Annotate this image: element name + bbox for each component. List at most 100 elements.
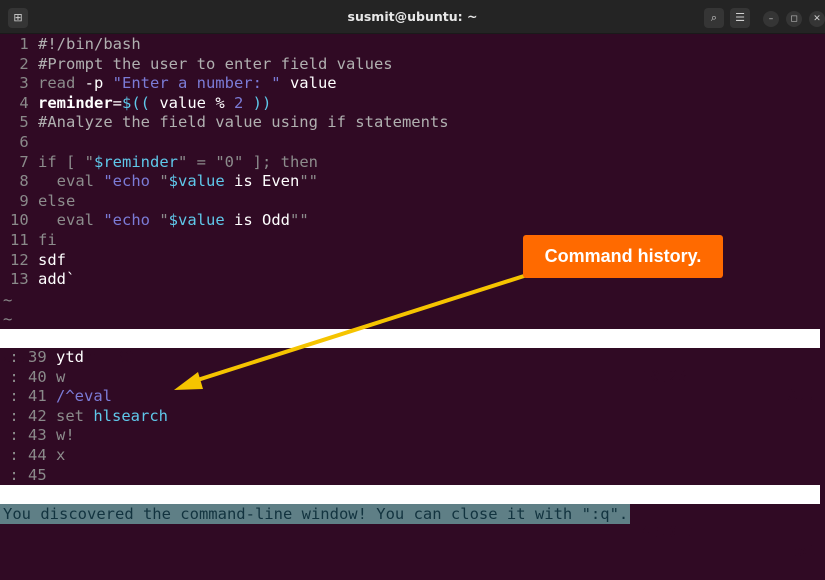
message-line: You discovered the command-line window! … [0, 504, 631, 524]
line-number: 4 [19, 93, 38, 112]
minimize-icon: – [768, 14, 774, 24]
code-line[interactable]: 6 [0, 132, 38, 152]
code-token: eval [38, 172, 104, 191]
status-scroll: All [788, 386, 816, 404]
code-line[interactable]: 8 eval "echo "$value is Even"" [0, 171, 318, 191]
history-entry[interactable]: : 43 w! [0, 425, 75, 445]
history-entry[interactable]: : 45 [0, 465, 56, 485]
line-number: 7 [19, 152, 38, 171]
editor-statusline: analyze.sh [RO] 10,23 All [0, 329, 820, 404]
line-number: 6 [19, 133, 38, 151]
history-entry[interactable]: : 41 /^eval [0, 386, 112, 406]
code-token: sdf [38, 250, 66, 269]
line-number: 11 [10, 231, 38, 249]
empty-line-marker: ~ [3, 310, 13, 328]
code-line[interactable]: 3 read -p "Enter a number: " value [0, 73, 337, 93]
history-prefix: : [0, 426, 28, 445]
close-button[interactable]: ✕ [809, 11, 825, 27]
code-token: #!/bin/bash [38, 35, 141, 53]
terminal-area[interactable]: 1 #!/bin/bash 2 #Prompt the user to enter… [0, 34, 825, 560]
history-entry[interactable]: : 40 w [0, 367, 65, 387]
window-title: susmit@ubuntu: ~ [347, 9, 478, 24]
cmdwin-statusline: [Command Line] 45,0-1 Bot [0, 485, 820, 560]
line-number: 3 [19, 74, 38, 93]
code-token: = [112, 93, 122, 112]
history-number: 43 [28, 426, 56, 445]
history-number: 45 [28, 465, 56, 484]
line-number: 1 [19, 35, 38, 53]
line-number: 5 [19, 113, 38, 132]
history-entry[interactable]: : 42 set hlsearch [0, 406, 168, 426]
code-token: #Prompt the user to enter field values [38, 54, 393, 73]
maximize-button[interactable]: ◻ [786, 11, 802, 27]
code-token: "" [299, 172, 318, 191]
code-line[interactable]: 5 #Analyze the field value using if stat… [0, 112, 449, 132]
code-token: " = "0" ]; then [178, 152, 318, 171]
code-token: 2 [234, 93, 244, 112]
code-token: " [159, 172, 169, 191]
history-number: 41 [28, 387, 56, 406]
code-line[interactable]: 10 eval "echo "$value is Odd"" [0, 210, 309, 230]
line-number: 8 [19, 172, 38, 191]
code-token: $(( [122, 93, 150, 112]
code-token: "" [290, 211, 309, 230]
code-token: is Odd [224, 211, 290, 230]
code-token: w! [56, 426, 75, 445]
status-cursor-position: 10,23 [641, 367, 688, 385]
search-icon: ⌕ [710, 11, 718, 24]
code-token: $value [168, 211, 225, 230]
code-line[interactable]: 1 #!/bin/bash [0, 34, 141, 54]
code-token: fi [38, 231, 57, 249]
code-token: reminder [38, 93, 113, 112]
code-line[interactable]: 4 reminder=$(( value % 2 )) [0, 93, 271, 113]
maximize-icon: ◻ [790, 14, 798, 24]
menu-button[interactable]: ☰ [730, 8, 750, 28]
code-token: "Enter a number: " [112, 74, 281, 93]
history-number: 44 [28, 446, 56, 464]
code-token: ytd [56, 348, 84, 366]
history-number: 40 [28, 367, 56, 386]
code-token: eval [38, 211, 104, 230]
window-titlebar: ⊞ susmit@ubuntu: ~ ⌕ ☰ – ◻ ✕ [0, 0, 825, 34]
code-token: hlsearch [93, 406, 168, 425]
history-prefix: : [0, 465, 28, 484]
code-token: #Analyze the field value using if statem… [38, 113, 449, 132]
code-line[interactable]: 13 add` [0, 269, 75, 289]
code-token: is Even [224, 172, 300, 191]
history-prefix: : [0, 406, 28, 425]
empty-line-marker: ~ [3, 291, 13, 309]
history-number: 42 [28, 406, 56, 425]
history-prefix: : [0, 446, 28, 464]
code-line[interactable]: 2 #Prompt the user to enter field values [0, 54, 393, 74]
history-entry[interactable]: : 39 ytd [0, 347, 84, 367]
search-button[interactable]: ⌕ [704, 8, 724, 28]
line-number: 9 [19, 191, 38, 210]
code-token: value [280, 74, 337, 93]
close-icon: ✕ [813, 14, 821, 24]
code-line[interactable]: 12 sdf [0, 250, 66, 270]
code-token: $reminder [94, 152, 178, 171]
code-token: value % [150, 93, 234, 112]
code-line[interactable]: 7 if [ "$reminder" = "0" ]; then [0, 152, 318, 172]
code-token: add` [38, 270, 76, 289]
code-token: if [ " [38, 152, 94, 171]
line-number: 12 [10, 250, 38, 269]
code-token: x [56, 446, 66, 464]
code-token: /^eval [56, 387, 112, 406]
minimize-button[interactable]: – [763, 11, 779, 27]
code-token: "echo [103, 211, 160, 230]
code-token: "echo [103, 172, 160, 191]
code-token: w [56, 367, 66, 386]
code-token: )) [243, 93, 272, 112]
code-token: -p [75, 74, 113, 93]
line-number: 13 [10, 270, 38, 289]
status-scroll: Bot [788, 542, 816, 560]
hamburger-menu-icon: ☰ [735, 11, 745, 24]
history-number: 39 [28, 348, 56, 366]
line-number: 10 [10, 211, 38, 230]
history-prefix: : [0, 387, 28, 406]
history-entry[interactable]: : 44 x [0, 445, 65, 465]
code-line[interactable]: 9 else [0, 191, 75, 211]
code-line[interactable]: 11 fi [0, 230, 57, 250]
code-token: else [38, 191, 76, 210]
